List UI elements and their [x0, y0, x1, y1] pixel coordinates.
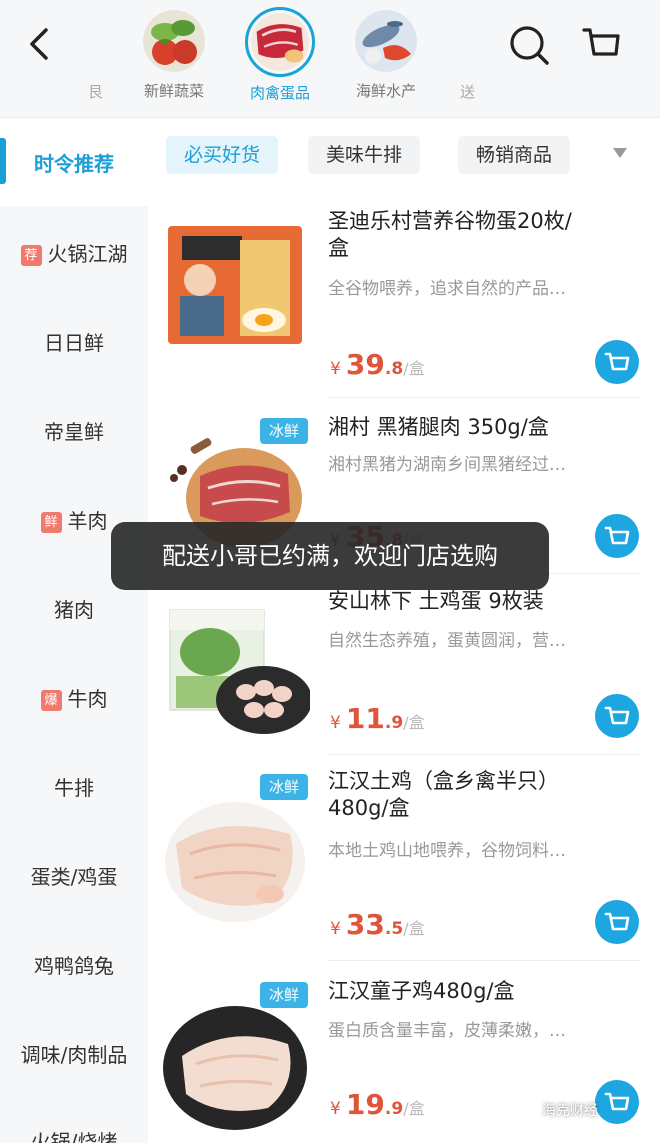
sidebar-item-label: 日日鲜	[44, 331, 104, 355]
sidebar-tag: 爆	[40, 690, 62, 711]
sidebar-item-label: 羊肉	[67, 509, 108, 533]
tab-must-buy[interactable]: 必买好货	[166, 136, 279, 174]
divider	[328, 960, 640, 961]
add-to-cart-button[interactable]	[595, 1080, 639, 1124]
add-to-cart-button[interactable]	[595, 514, 639, 558]
product-price: ¥ 11.9/盒	[330, 702, 425, 735]
category-partial-label-right[interactable]: 送	[460, 81, 475, 102]
cart-icon	[604, 706, 630, 725]
sidebar-item[interactable]: 猪肉	[0, 594, 148, 623]
tab-bestsellers[interactable]: 畅销商品	[458, 136, 571, 174]
sidebar-item[interactable]: 蛋类/鸡蛋	[0, 861, 148, 890]
product-desc: 湘村黑猪为湖南乡间黑猪经过…	[328, 455, 566, 475]
cart-icon[interactable]	[580, 24, 622, 66]
divider	[328, 754, 640, 755]
chilled-badge: 冰鲜	[260, 418, 308, 444]
dropdown-arrow-icon[interactable]	[613, 148, 627, 158]
product-price: ¥ 33.5/盒	[330, 908, 425, 941]
seafood-icon	[355, 10, 417, 72]
product-image[interactable]	[160, 990, 310, 1140]
toast-message: 配送小哥已约满，欢迎门店选购	[111, 522, 549, 590]
sidebar-item[interactable]: 日日鲜	[0, 327, 148, 356]
sidebar-item[interactable]: 鸡鸭鸽兔	[0, 950, 148, 979]
sidebar-item-label: 鸡鸭鸽兔	[34, 954, 114, 978]
product-name[interactable]: 江汉童子鸡480g/盒	[328, 978, 628, 1005]
category-partial-label-left[interactable]: 艮	[88, 81, 103, 102]
sidebar-item-label: 猪肉	[54, 598, 94, 622]
watermark: 海克财经	[542, 1103, 598, 1119]
cart-icon	[604, 352, 630, 371]
sidebar-tag: 荐	[20, 245, 42, 266]
chilled-badge: 冰鲜	[260, 774, 308, 800]
add-to-cart-button[interactable]	[595, 900, 639, 944]
product-image[interactable]	[160, 784, 310, 934]
product-image[interactable]	[160, 210, 310, 360]
category-seafood[interactable]: 海鲜水产	[346, 10, 426, 101]
product-desc: 全谷物喂养，追求自然的产品…	[328, 279, 566, 299]
product-image[interactable]	[160, 596, 312, 746]
add-to-cart-button[interactable]	[595, 340, 639, 384]
sidebar-item[interactable]: 调味/肉制品	[0, 1039, 148, 1068]
back-arrow-icon[interactable]	[22, 24, 58, 64]
add-to-cart-button[interactable]	[595, 694, 639, 738]
cart-icon	[604, 1092, 630, 1111]
product-desc: 蛋白质含量丰富，皮薄柔嫩，…	[328, 1021, 566, 1041]
product-price: ¥ 19.9/盒	[330, 1088, 425, 1121]
sidebar-item-label: 时令推荐	[34, 152, 114, 176]
category-meat[interactable]: 肉禽蛋品	[240, 7, 320, 103]
sidebar-item[interactable]: 爆牛肉	[0, 683, 148, 712]
sidebar-item-active[interactable]: 时令推荐	[0, 118, 148, 206]
divider	[328, 397, 640, 398]
category-vegetables[interactable]: 新鲜蔬菜	[134, 10, 214, 101]
category-label: 肉禽蛋品	[249, 84, 310, 102]
sidebar-item-label: 牛排	[54, 776, 94, 800]
sidebar-item-label: 调味/肉制品	[20, 1043, 128, 1067]
tab-steak[interactable]: 美味牛排	[308, 136, 421, 174]
product-price: ¥ 39.8/盒	[330, 348, 425, 381]
sidebar-item[interactable]: 荐火锅江湖	[0, 238, 148, 267]
vegetables-icon	[143, 10, 205, 72]
product-name[interactable]: 圣迪乐村营养谷物蛋20枚/盒	[328, 208, 628, 262]
sidebar-item-label: 帝皇鲜	[44, 420, 104, 444]
sidebar-tag: 鲜	[40, 512, 62, 533]
product-desc: 自然生态养殖，蛋黄圆润，营…	[328, 631, 566, 651]
cart-icon	[604, 526, 630, 545]
sidebar-item-label: 牛肉	[67, 687, 108, 711]
sidebar-item[interactable]: 火锅/烧烤	[0, 1126, 148, 1143]
cart-icon	[604, 912, 630, 931]
category-sidebar: 时令推荐 荐火锅江湖 日日鲜 帝皇鲜 鲜羊肉 猪肉 爆牛肉 牛排 蛋类/鸡蛋 鸡…	[0, 118, 148, 1143]
category-label: 新鲜蔬菜	[143, 82, 204, 100]
sidebar-item-label: 火锅/烧烤	[30, 1130, 118, 1143]
chilled-badge: 冰鲜	[260, 982, 308, 1008]
sidebar-item[interactable]: 帝皇鲜	[0, 416, 148, 445]
category-label: 海鲜水产	[355, 82, 416, 100]
product-name[interactable]: 湘村 黑猪腿肉 350g/盒	[328, 414, 628, 441]
product-name[interactable]: 江汉土鸡（盒乡禽半只） 480g/盒	[328, 768, 628, 822]
sidebar-item[interactable]: 牛排	[0, 772, 148, 801]
sidebar-item-label: 火锅江湖	[47, 242, 128, 266]
sidebar-item-label: 蛋类/鸡蛋	[30, 865, 118, 889]
product-desc: 本地土鸡山地喂养，谷物饲料…	[328, 841, 566, 861]
top-header: 艮 新鲜蔬菜 肉禽蛋品 海鲜水产 送	[0, 0, 660, 118]
product-name[interactable]: 安山林下 土鸡蛋 9枚装	[328, 588, 628, 615]
subcategory-tabs: 必买好货 美味牛排 畅销商品	[148, 118, 660, 196]
search-icon[interactable]	[508, 24, 550, 66]
meat-icon	[245, 7, 315, 77]
